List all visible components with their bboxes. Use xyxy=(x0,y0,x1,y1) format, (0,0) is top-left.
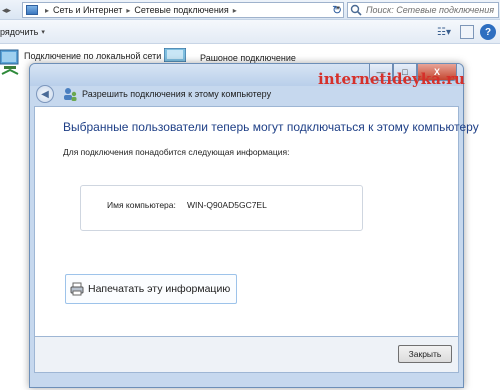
watermark: internetideyka.ru xyxy=(318,70,465,88)
search-icon xyxy=(350,4,362,16)
back-arrow-icon[interactable]: ◀ xyxy=(36,85,54,103)
computer-name-label: Имя компьютера: xyxy=(107,200,176,210)
refresh-icon[interactable]: ↻ xyxy=(328,2,346,18)
connection-name-second[interactable]: Рашоное подключение xyxy=(200,53,296,63)
dialog-content: Выбранные пользователи теперь могут подк… xyxy=(34,106,479,337)
network-adapter-icon[interactable] xyxy=(164,48,186,62)
organize-button[interactable]: рядочить ▾ xyxy=(0,24,45,40)
network-folder-icon xyxy=(26,5,38,15)
search-input[interactable]: Поиск: Сетевые подключения xyxy=(347,2,499,18)
help-icon[interactable]: ? xyxy=(480,24,496,40)
dialog-heading: Выбранные пользователи теперь могут подк… xyxy=(63,120,479,134)
preview-pane-icon[interactable] xyxy=(460,25,474,39)
print-info-button[interactable]: Напечатать эту информацию xyxy=(65,274,237,304)
history-arrows-icon[interactable]: ◂▸ xyxy=(2,2,20,18)
network-adapter-icon[interactable] xyxy=(0,48,20,78)
printer-icon xyxy=(70,282,84,296)
network-users-icon xyxy=(64,88,77,101)
connection-name-local[interactable]: Подключение по локальной сети xyxy=(24,51,161,61)
close-button[interactable]: Закрыть xyxy=(398,345,452,363)
computer-name-value: WIN-Q90AD5GC7EL xyxy=(187,200,267,210)
breadcrumb-network-connections[interactable]: Сетевые подключения xyxy=(134,5,228,15)
computer-info-box: Имя компьютера: WIN-Q90AD5GC7EL xyxy=(80,185,363,231)
breadcrumb-separator: ▸ xyxy=(45,5,50,15)
breadcrumb-network-internet[interactable]: Сеть и Интернет xyxy=(53,5,122,15)
breadcrumb-separator: ▸ xyxy=(232,5,237,15)
dialog-footer: Закрыть xyxy=(34,337,459,373)
allow-connections-dialog: — □ X ◀ Разрешить подключения к этому ко… xyxy=(29,63,479,388)
chevron-down-icon: ▾ xyxy=(41,29,45,36)
change-view-icon[interactable]: ☷▾ xyxy=(432,25,456,39)
breadcrumb-separator: ▸ xyxy=(126,5,131,15)
explorer-toolbar: рядочить ▾ ☷▾ ? xyxy=(0,20,500,44)
print-info-label: Напечатать эту информацию xyxy=(88,283,231,295)
organize-label: рядочить xyxy=(0,27,39,37)
dialog-title: Разрешить подключения к этому компьютеру xyxy=(82,89,272,99)
address-bar[interactable]: ▸ Сеть и Интернет ▸ Сетевые подключения … xyxy=(22,2,344,18)
search-placeholder: Поиск: Сетевые подключения xyxy=(366,5,495,15)
address-row: ◂▸ ▸ Сеть и Интернет ▸ Сетевые подключен… xyxy=(0,0,500,20)
dialog-subtitle: Для подключения понадобится следующая ин… xyxy=(63,147,290,157)
